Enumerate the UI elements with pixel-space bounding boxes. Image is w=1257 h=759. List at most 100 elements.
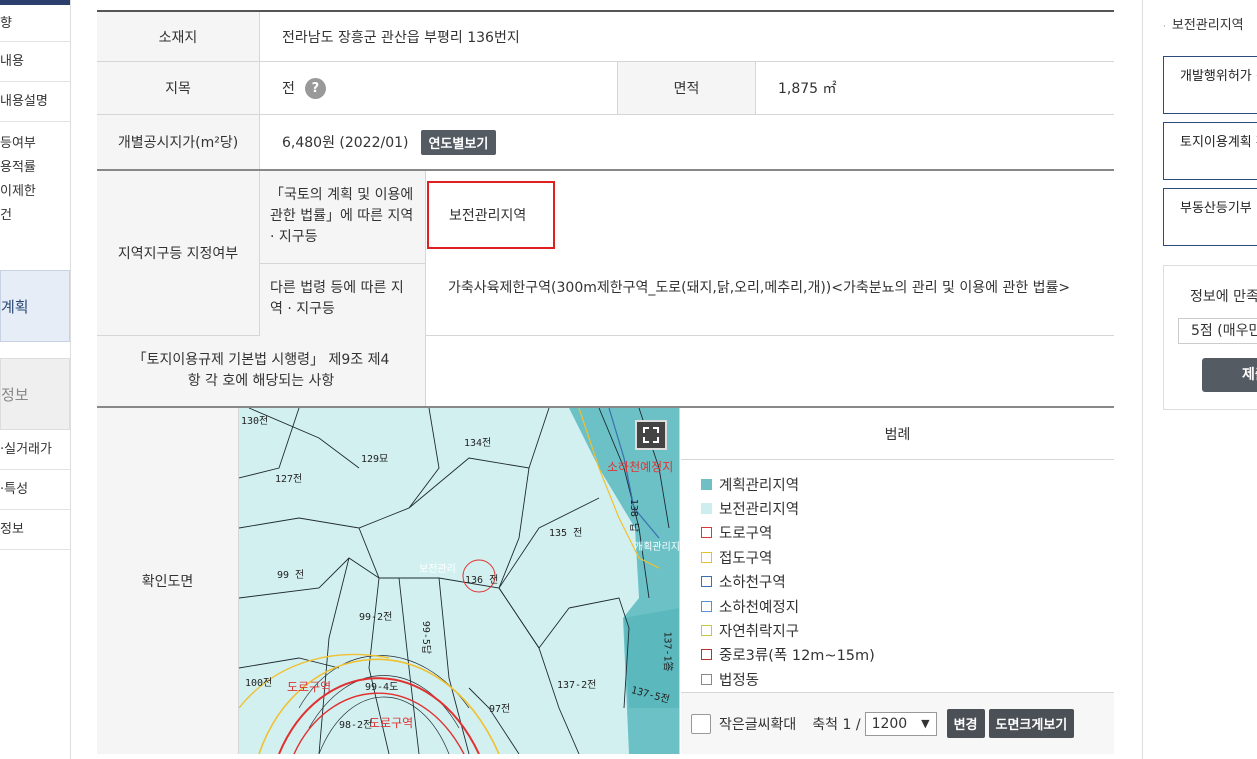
legend-title: 범례: [681, 408, 1114, 460]
cadastral-map[interactable]: 130전 129묘 134전 127전 135 전 138 답 99 전 136…: [239, 408, 680, 754]
sidebar-sub-item[interactable]: 이제한: [0, 180, 70, 204]
sidebar-item-2[interactable]: 내용: [0, 42, 70, 82]
map-lot-label: 136 전: [465, 575, 499, 586]
legend-label: 중로3류(폭 12m~15m): [719, 648, 875, 665]
map-lot-label: 97전: [489, 704, 511, 715]
map-lot-label: 137-2전: [557, 680, 597, 691]
right-panel-title: · 보전관리지역: [1163, 14, 1244, 33]
satisfaction-question: 정보에 만족: [1190, 289, 1257, 305]
chevron-down-icon: ▼: [921, 717, 930, 730]
legend-item: 소하천예정지: [701, 594, 1114, 618]
change-scale-button[interactable]: 변경: [946, 709, 985, 738]
legend-swatch: [701, 600, 712, 612]
sidebar-item-plan[interactable]: 계획: [0, 270, 70, 342]
sidebar-sub-item[interactable]: 등여부: [0, 132, 70, 156]
legend-swatch: [701, 551, 712, 563]
legend-item: 접도구역: [701, 545, 1114, 569]
legend-label: 법정동: [719, 672, 760, 689]
scale-label: 축척 1 /: [812, 716, 861, 733]
map-lot-label: 99-2전: [359, 612, 393, 623]
development-permit-button[interactable]: 개발행위허가 신청하기: [1163, 56, 1257, 114]
yearly-view-button[interactable]: 연도별보기: [420, 129, 497, 155]
enlarge-text-checkbox[interactable]: [691, 713, 711, 734]
legend-label: 계획관리지역: [719, 477, 800, 494]
map-lot-label: 137-1答: [661, 631, 673, 672]
row-category: 지목 전 ? 면적 1,875 ㎡: [97, 62, 1114, 115]
law2-label: 다른 법령 등에 따른 지역 · 지구등: [260, 264, 426, 336]
sidebar-item-realprice[interactable]: ·실거래가: [0, 430, 70, 470]
category-label: 지목: [97, 62, 260, 114]
land-use-certificate-button[interactable]: 토지이용계획 확인서 발급: [1163, 122, 1257, 180]
legend-label: 소하천구역: [719, 575, 786, 592]
law1-label: 「국토의 계획 및 이용에 관한 법률」에 따른 지역 · 지구등: [260, 171, 426, 264]
map-lot-label: 138 답: [628, 498, 640, 533]
legend-swatch: [701, 478, 712, 490]
sidebar-bottom-list: ·실거래가 ·특성 정보: [0, 430, 70, 550]
map-zone-label: 보전관리: [419, 564, 456, 575]
sidebar-sub-item[interactable]: 용적률: [0, 156, 70, 180]
map-zone-label: 도로구역: [287, 680, 332, 694]
legend-swatch: [701, 503, 712, 515]
page: 향 내용 내용설명 등여부 용적률 이제한 건 계획 정보 ·실거래가 ·특성 …: [0, 0, 1257, 759]
help-icon[interactable]: ?: [304, 77, 326, 99]
satisfaction-select[interactable]: 5점 (매우만: [1178, 318, 1257, 344]
map-lot-label: 99-5답: [420, 620, 432, 655]
enlarge-text-label: 작은글씨확대: [719, 716, 797, 733]
law1-value: 보전관리지역: [449, 208, 527, 224]
law2-value: 가축사육제한구역(300m제한구역_도로(돼지,닭,오리,메추리,개))<가축분…: [448, 280, 1071, 296]
sidebar-sub-item[interactable]: 건: [0, 204, 70, 228]
map-controls: 작은글씨확대 축척 1 / 1200 ▼ 변경 도면크게보기: [681, 692, 1114, 754]
legend-label: 자연취락지구: [719, 624, 800, 641]
satisfaction-survey: 정보에 만족 5점 (매우만 제출: [1163, 265, 1257, 410]
row-decree: 「토지이용규제 기본법 시행령」 제9조 제4항 각 호에 해당되는 사항: [97, 336, 1114, 408]
satisfaction-submit-button[interactable]: 제출: [1202, 358, 1257, 392]
sidebar-sub-list: 등여부 용적률 이제한 건: [0, 122, 70, 228]
expand-icon: [643, 427, 659, 443]
price-cell: 6,480원 (2022/01) 연도별보기: [260, 115, 1114, 169]
row-location: 소재지 전라남도 장흥군 관산읍 부평리 136번지: [97, 12, 1114, 62]
map-expand-button[interactable]: [635, 420, 667, 450]
map-zone-label: 개획관리지: [634, 542, 680, 553]
registry-issue-button[interactable]: 부동산등기부 발급: [1163, 188, 1257, 246]
sidebar-item-info2[interactable]: 정보: [0, 510, 70, 550]
law1-value-highlight: 보전관리지역: [427, 181, 555, 249]
legend-item: 중로3류(폭 12m~15m): [701, 643, 1114, 667]
area-value: 1,875 ㎡: [778, 81, 837, 97]
sidebar-item-1[interactable]: 향: [0, 5, 70, 42]
location-label: 소재지: [97, 12, 260, 61]
legend-label: 소하천예정지: [719, 599, 800, 616]
scale-select[interactable]: 1200 ▼: [864, 711, 937, 736]
price-value: 6,480원 (2022/01): [282, 135, 409, 151]
map-lot-label: 99 전: [277, 570, 305, 581]
right-panel: · 보전관리지역 개발행위허가 신청하기 토지이용계획 확인서 발급 부동산등기부…: [1142, 0, 1257, 759]
sidebar-item-feature[interactable]: ·특성: [0, 470, 70, 510]
legend-swatch: [701, 649, 712, 661]
legend-swatch: [701, 625, 712, 637]
map-lot-label: 127전: [275, 474, 303, 485]
legend-swatch: [701, 673, 712, 685]
sidebar-item-3[interactable]: 내용설명: [0, 82, 70, 122]
zoning-label: 지역지구등 지정여부: [97, 171, 260, 335]
legend-label: 도로구역: [719, 526, 773, 543]
row-price: 개별공시지가(m²당) 6,480원 (2022/01) 연도별보기: [97, 115, 1114, 171]
map-lot-label: 98-2전: [339, 720, 373, 731]
decree-label: 「토지이용규제 기본법 시행령」 제9조 제4항 각 호에 해당되는 사항: [97, 336, 426, 406]
legend-swatch: [701, 576, 712, 588]
legend-item: 계획관리지역: [701, 472, 1114, 496]
large-map-button[interactable]: 도면크게보기: [988, 709, 1075, 738]
map-lot-label: 130전: [241, 416, 269, 427]
legend-swatch: [701, 527, 712, 539]
price-label: 개별공시지가(m²당): [97, 115, 260, 169]
location-value: 전라남도 장흥군 관산읍 부평리 136번지: [282, 29, 520, 46]
map-label: 확인도면: [97, 408, 239, 754]
land-info-table: 소재지 전라남도 장흥군 관산읍 부평리 136번지 지목 전 ? 면적 1,8…: [97, 10, 1114, 754]
legend-item: 자연취락지구: [701, 618, 1114, 642]
legend-item: 법정동: [701, 667, 1114, 691]
legend-item: 도로구역: [701, 521, 1114, 545]
row-zoning: 지역지구등 지정여부 「국토의 계획 및 이용에 관한 법률」에 따른 지역 ·…: [97, 171, 1114, 336]
legend-label: 접도구역: [719, 550, 773, 567]
scale-value: 1200: [871, 715, 908, 732]
map-lot-label: 129묘: [361, 454, 389, 465]
map-lot-label: 134전: [464, 438, 492, 449]
sidebar-item-info[interactable]: 정보: [0, 358, 70, 430]
